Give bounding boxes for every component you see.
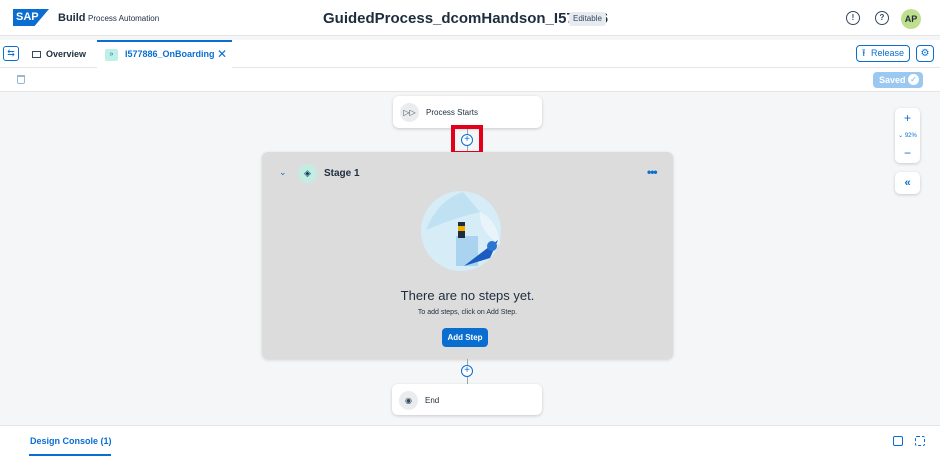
end-icon: ◉: [399, 391, 418, 410]
check-icon: ✓: [908, 74, 919, 85]
release-label: Release: [870, 48, 904, 58]
upload-icon: ⭱: [862, 48, 866, 59]
end-node[interactable]: ◉ End: [392, 384, 542, 415]
stage-icon: ◈: [298, 164, 317, 183]
zoom-out-icon[interactable]: −: [895, 146, 920, 160]
panel-layout-icon[interactable]: [893, 436, 903, 446]
project-title: GuidedProcess_dcomHandson_I577886: [323, 10, 609, 27]
saved-label: Saved: [879, 75, 906, 85]
tab-underline: [29, 454, 111, 456]
status-badge: Editable: [569, 12, 606, 26]
product-name: Process Automation: [88, 14, 160, 23]
release-button[interactable]: ⭱ Release: [856, 45, 910, 62]
notifications-icon[interactable]: !: [846, 11, 860, 25]
sap-logo[interactable]: SAP: [13, 9, 49, 26]
tab-process[interactable]: » I577886_OnBoarding ✕: [97, 40, 232, 68]
process-start-label: Process Starts: [426, 108, 479, 117]
folder-icon: [32, 51, 41, 58]
empty-state-illustration: [421, 191, 501, 271]
zoom-in-icon[interactable]: +: [895, 111, 920, 125]
fullscreen-icon[interactable]: [915, 436, 925, 446]
chevron-down-icon[interactable]: ⌄: [279, 167, 287, 178]
zoom-level[interactable]: ⌄ 92%: [895, 132, 920, 139]
design-console-tab[interactable]: Design Console (1): [30, 436, 112, 446]
stage-card[interactable]: ⌄ ◈ Stage 1 ••• There are no steps yet. …: [262, 152, 673, 359]
tab-bar: ⇆ Overview » I577886_OnBoarding ✕ ⭱ Relea…: [0, 40, 940, 68]
brand-name: Build: [58, 12, 86, 24]
process-start-node[interactable]: ▷▷ Process Starts: [393, 96, 542, 128]
editor-toolbar: Saved ✓: [0, 68, 940, 92]
tab-overview[interactable]: Overview: [28, 40, 86, 68]
help-icon[interactable]: ?: [875, 11, 889, 25]
sidebar-toggle-icon[interactable]: ⇆: [3, 46, 19, 61]
avatar[interactable]: AP: [901, 9, 921, 29]
settings-button[interactable]: ⚙: [916, 45, 934, 62]
saved-button[interactable]: Saved ✓: [873, 72, 923, 88]
end-label: End: [425, 396, 440, 405]
empty-state-hint: To add steps, click on Add Step.: [417, 309, 518, 316]
stage-title: Stage 1: [324, 168, 360, 179]
process-icon: »: [105, 49, 118, 61]
close-icon[interactable]: ✕: [217, 47, 227, 61]
more-options-icon[interactable]: •••: [647, 165, 658, 179]
empty-state-title: There are no steps yet.: [400, 288, 535, 303]
trash-icon[interactable]: [17, 75, 25, 84]
collapse-panel-icon[interactable]: «: [895, 172, 920, 194]
gear-icon: ⚙: [920, 48, 930, 59]
add-step-button[interactable]: Add Step: [442, 328, 488, 347]
shell-bar: SAP Build Process Automation GuidedProce…: [0, 0, 940, 36]
tab-overview-label: Overview: [46, 49, 87, 59]
add-after-stage-icon[interactable]: +: [461, 365, 473, 377]
design-console: Design Console (1): [0, 425, 940, 457]
tab-process-label: I577886_OnBoarding: [125, 49, 215, 59]
start-icon: ▷▷: [400, 103, 419, 122]
zoom-controls: + ⌄ 92% −: [895, 108, 920, 163]
highlight-box: [451, 125, 483, 155]
